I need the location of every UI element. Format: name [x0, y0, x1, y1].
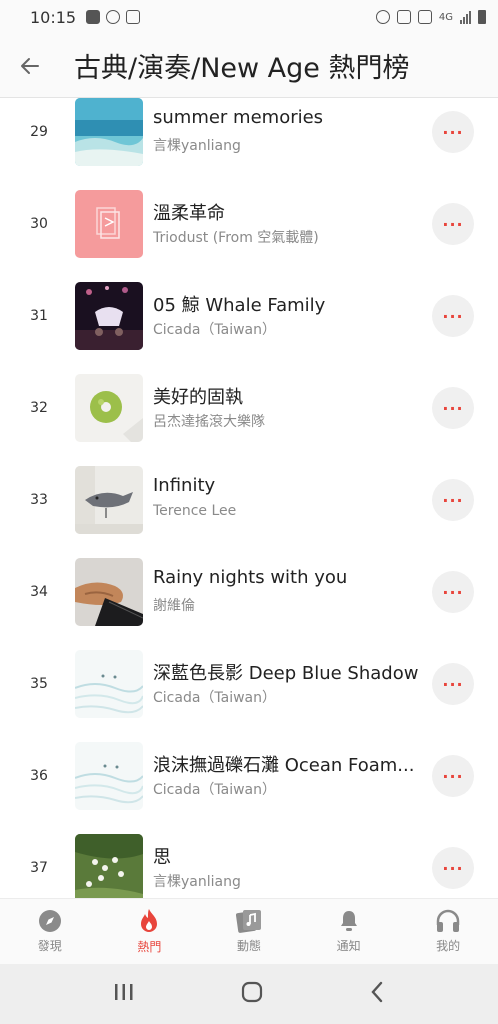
song-rank: 29 — [30, 124, 48, 140]
song-row[interactable]: 33 Infinity Terence Lee ··· — [0, 454, 498, 546]
more-options-button[interactable]: ··· — [432, 203, 474, 245]
more-options-button[interactable]: ··· — [432, 663, 474, 705]
do-not-disturb-icon — [106, 10, 121, 24]
song-title: 思 — [153, 847, 171, 868]
song-row[interactable]: 32 美好的固執 呂杰達搖滾大樂隊 ··· — [0, 362, 498, 454]
nav-profile[interactable]: 我的 — [398, 899, 498, 964]
song-rank: 34 — [30, 584, 48, 600]
home-icon — [241, 981, 263, 1003]
system-nav-bar — [0, 964, 498, 1024]
nav-notifications[interactable]: 通知 — [299, 899, 399, 964]
song-row[interactable]: 35 深藍色長影 Deep Blue Shadow Cicada（Taiwan）… — [0, 638, 498, 730]
status-notification-icons — [86, 10, 141, 24]
song-row[interactable]: 34 Rainy nights with you 謝維倫 ··· — [0, 546, 498, 638]
album-cover — [75, 558, 143, 626]
song-artist: Cicada（Taiwan） — [153, 322, 277, 338]
song-row[interactable]: 36 浪沫撫過礫石灘 Ocean Foam... Cicada（Taiwan） … — [0, 730, 498, 822]
bottom-nav: 發現 熱門 動態 通知 我的 — [0, 898, 498, 964]
battery-saver-icon — [417, 10, 432, 24]
song-title: 溫柔革命 — [153, 203, 225, 224]
recent-apps-button[interactable] — [113, 982, 135, 1006]
battery-icon — [478, 10, 486, 24]
song-list[interactable]: 29 summer memories 言棵yanliang ··· 30 溫柔革… — [0, 98, 498, 898]
header: 古典/演奏/New Age 熱門榜 — [0, 34, 498, 98]
nav-discover[interactable]: 發現 — [0, 899, 100, 964]
nav-label: 熱門 — [137, 940, 162, 954]
album-cover — [75, 98, 143, 166]
song-row[interactable]: 37 思 言棵yanliang ··· — [0, 822, 498, 898]
album-cover — [75, 742, 143, 810]
album-cover — [75, 466, 143, 534]
album-cover — [75, 190, 143, 258]
song-title: 05 鯨 Whale Family — [153, 295, 326, 316]
page-title: 古典/演奏/New Age 熱門榜 — [74, 53, 410, 84]
more-options-button[interactable]: ··· — [432, 479, 474, 521]
album-cover — [75, 650, 143, 718]
song-artist: 呂杰達搖滾大樂隊 — [153, 414, 265, 430]
nav-label: 我的 — [436, 939, 461, 953]
song-title: summer memories — [153, 107, 324, 128]
flame-icon — [141, 909, 158, 932]
status-time: 10:15 — [30, 7, 77, 27]
song-artist: Cicada（Taiwan） — [153, 782, 277, 798]
status-system-icons: 4G — [375, 10, 486, 24]
network-type: 4G — [438, 11, 453, 23]
song-row[interactable]: 31 05 鯨 Whale Family Cicada（Taiwan） ··· — [0, 270, 498, 362]
recent-apps-icon — [115, 984, 133, 1000]
more-options-button[interactable]: ··· — [432, 755, 474, 797]
song-rank: 36 — [30, 768, 48, 784]
nav-feed[interactable]: 動態 — [199, 899, 299, 964]
home-button[interactable] — [241, 981, 263, 1007]
headphones-icon — [436, 909, 460, 932]
compass-icon — [38, 910, 61, 932]
song-artist: Terence Lee — [153, 503, 237, 519]
song-artist: 言棵yanliang — [153, 138, 241, 154]
nav-label: 發現 — [37, 939, 62, 953]
song-title: 美好的固執 — [153, 387, 243, 408]
more-options-button[interactable]: ··· — [432, 387, 474, 429]
song-row[interactable]: 30 溫柔革命 Triodust (From 空氣載體) ··· — [0, 178, 498, 270]
song-rank: 35 — [30, 676, 48, 692]
nav-trending[interactable]: 熱門 — [100, 899, 200, 964]
calendar-icon — [86, 10, 101, 24]
song-rank: 33 — [30, 492, 48, 508]
album-cover — [75, 282, 143, 350]
bell-icon — [340, 911, 357, 931]
song-title: 浪沫撫過礫石灘 Ocean Foam... — [153, 755, 415, 776]
song-rank: 30 — [30, 216, 48, 232]
song-title: 深藍色長影 Deep Blue Shadow — [153, 663, 419, 684]
song-artist: Triodust (From 空氣載體) — [153, 230, 319, 246]
song-title: Infinity — [153, 475, 216, 496]
song-row[interactable]: 29 summer memories 言棵yanliang ··· — [0, 98, 498, 178]
nav-label: 通知 — [336, 939, 361, 953]
song-artist: Cicada（Taiwan） — [153, 690, 277, 706]
more-options-button[interactable]: ··· — [432, 295, 474, 337]
nav-label: 動態 — [236, 939, 261, 953]
music-card-icon — [235, 910, 261, 933]
album-cover — [75, 834, 143, 898]
more-options-button[interactable]: ··· — [432, 847, 474, 889]
song-rank: 31 — [30, 308, 48, 324]
song-rank: 32 — [30, 400, 48, 416]
song-rank: 37 — [30, 860, 48, 876]
image-icon — [126, 10, 141, 24]
song-title: Rainy nights with you — [153, 567, 348, 588]
signal-icon — [460, 10, 471, 24]
back-arrow-icon — [21, 57, 39, 74]
back-button[interactable] — [0, 34, 60, 98]
album-cover — [75, 374, 143, 442]
song-artist: 謝維倫 — [153, 598, 195, 614]
more-options-button[interactable]: ··· — [432, 571, 474, 613]
song-artist: 言棵yanliang — [153, 874, 241, 890]
status-bar: 10:15 4G — [0, 0, 498, 34]
more-options-button[interactable]: ··· — [432, 111, 474, 153]
back-chevron-icon — [371, 981, 383, 1003]
mute-icon — [396, 10, 411, 24]
system-back-button[interactable] — [369, 981, 385, 1007]
alarm-icon — [375, 10, 390, 24]
